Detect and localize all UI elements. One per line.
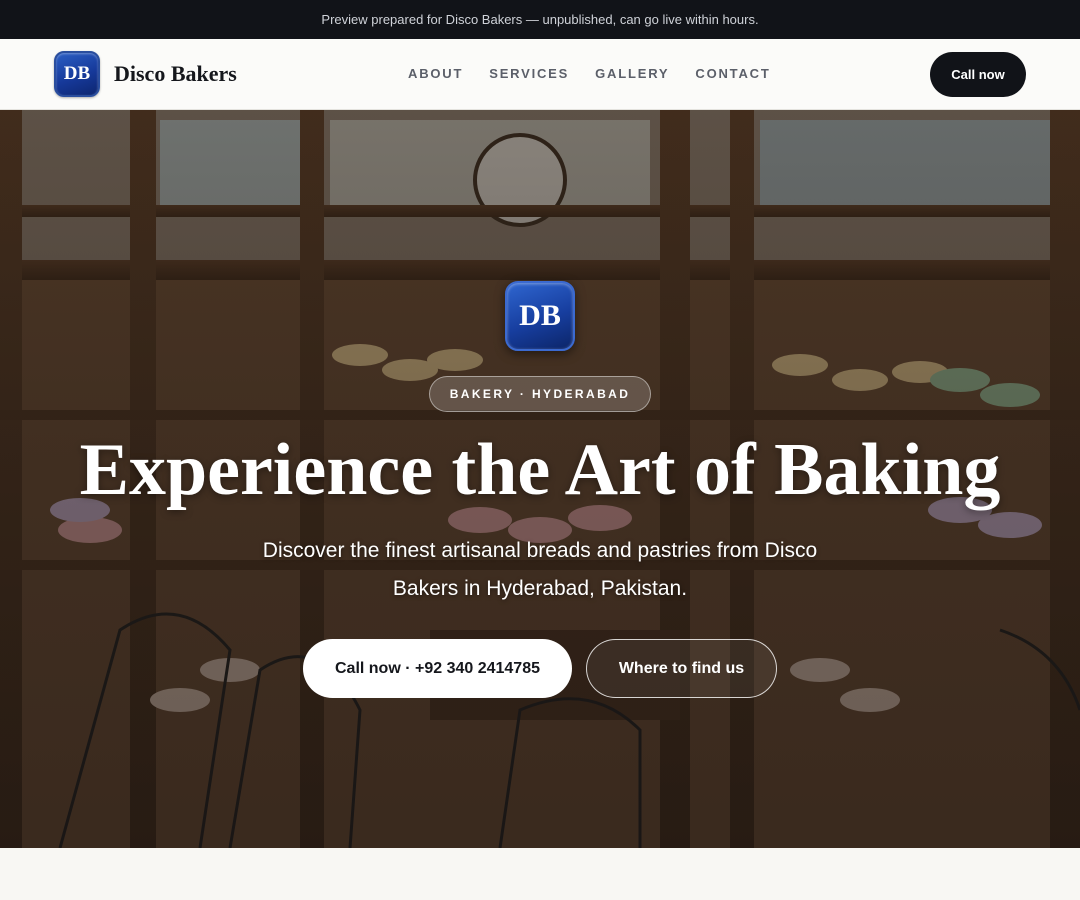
hero-subtitle: Discover the finest artisanal breads and… xyxy=(262,539,818,600)
hero-call-button[interactable]: Call now · +92 340 2414785 xyxy=(303,639,572,698)
hero-category-tag: BAKERY · HYDERABAD xyxy=(429,376,651,412)
call-now-button[interactable]: Call now xyxy=(930,52,1026,97)
main-nav: ABOUT SERVICES GALLERY CONTACT xyxy=(408,66,771,81)
page-bottom-section xyxy=(0,848,1080,900)
brand-name[interactable]: Disco Bakers xyxy=(114,61,237,87)
preview-banner: Preview prepared for Disco Bakers — unpu… xyxy=(0,0,1080,39)
nav-link-gallery[interactable]: GALLERY xyxy=(595,66,669,81)
hero-section: DB BAKERY · HYDERABAD Experience the Art… xyxy=(0,110,1080,848)
preview-banner-text: Preview prepared for Disco Bakers — unpu… xyxy=(321,12,759,27)
nav-link-services[interactable]: SERVICES xyxy=(489,66,569,81)
hero-find-us-button[interactable]: Where to find us xyxy=(586,639,777,698)
brand-logo[interactable]: DB xyxy=(54,51,100,97)
hero-title: Experience the Art of Baking xyxy=(79,429,1001,511)
nav-link-about[interactable]: ABOUT xyxy=(408,66,463,81)
nav-link-contact[interactable]: CONTACT xyxy=(695,66,770,81)
site-header: DB Disco Bakers ABOUT SERVICES GALLERY C… xyxy=(0,39,1080,110)
hero-logo: DB xyxy=(505,281,575,351)
